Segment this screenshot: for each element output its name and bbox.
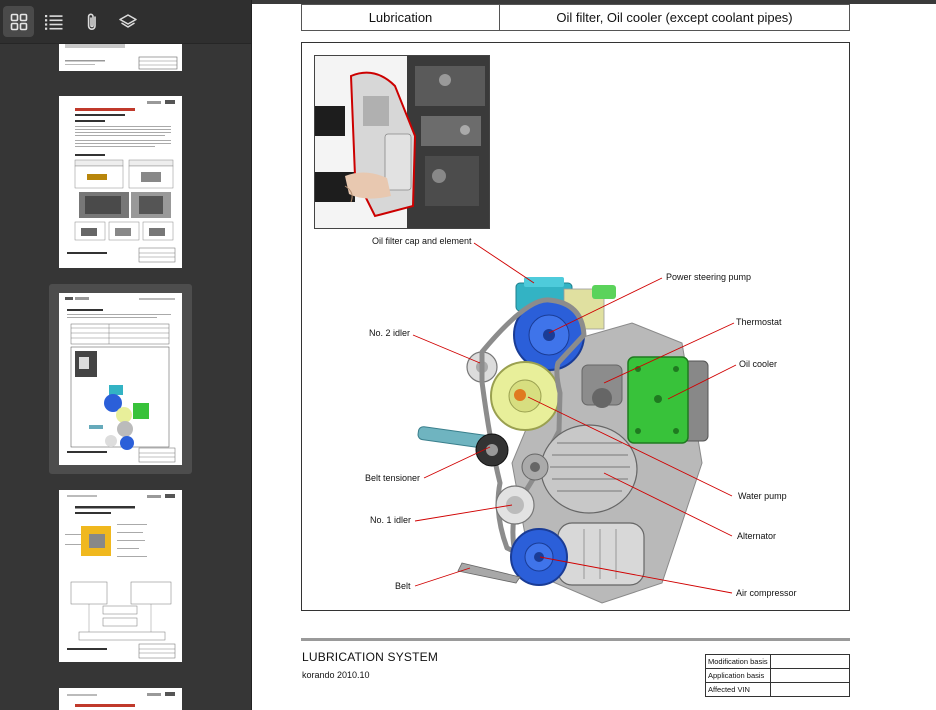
figure-frame: Oil filter cap and element Power steerin… <box>301 42 850 611</box>
air-compressor <box>510 522 645 586</box>
header-component-cell: Oil filter, Oil cooler (except coolant p… <box>556 10 793 25</box>
callout-oil-cooler: Oil cooler <box>739 359 778 369</box>
document-page: Lubrication Oil filter, Oil cooler (exce… <box>252 0 936 710</box>
callout-no-2-idler: No. 2 idler <box>369 328 411 338</box>
list-icon <box>44 14 62 30</box>
thermostat <box>581 364 623 408</box>
info-label: Affected VIN <box>705 682 771 697</box>
revision-info-table: Modification basis Application basis Aff… <box>705 654 850 697</box>
page-thumbnail-current[interactable] <box>59 293 182 465</box>
table-row: Affected VIN <box>705 682 850 697</box>
oil-cooler <box>627 356 709 444</box>
header-table: Lubrication Oil filter, Oil cooler (exce… <box>301 4 850 31</box>
grid-icon <box>10 13 27 30</box>
table-row: Modification basis <box>705 654 850 669</box>
info-value <box>770 682 850 697</box>
info-label: Modification basis <box>705 654 771 669</box>
water-pump-pulley <box>490 361 560 431</box>
layers-view-button[interactable] <box>112 6 143 37</box>
outline-view-button[interactable] <box>38 6 69 37</box>
page-thumbnail[interactable] <box>59 96 182 268</box>
footer-model-date: korando 2010.10 <box>302 670 370 680</box>
thumbnails-view-button[interactable] <box>3 6 34 37</box>
callout-alternator: Alternator <box>737 531 777 541</box>
callout-belt: Belt <box>395 581 411 591</box>
info-value <box>770 654 850 669</box>
callout-belt-tensioner: Belt tensioner <box>365 473 421 483</box>
attachments-view-button[interactable] <box>76 6 107 37</box>
info-value <box>770 668 850 683</box>
callout-power-steering-pump: Power steering pump <box>666 272 752 282</box>
page-thumbnail[interactable] <box>59 688 182 710</box>
page-thumbnail[interactable] <box>59 490 182 662</box>
paperclip-icon <box>87 13 96 30</box>
sidebar-toolbar <box>0 0 251 44</box>
footer-section-title: LUBRICATION SYSTEM <box>302 650 439 664</box>
callout-no-1-idler: No. 1 idler <box>370 515 412 525</box>
table-row: Application basis <box>705 668 850 683</box>
page-thumbnail[interactable] <box>59 44 182 71</box>
pdf-viewer: Lubrication Oil filter, Oil cooler (exce… <box>0 0 936 710</box>
belt <box>457 562 521 584</box>
header-system-cell: Lubrication <box>302 5 500 30</box>
callout-thermostat: Thermostat <box>736 317 782 327</box>
info-label: Application basis <box>705 668 771 683</box>
thumbnail-sidebar <box>0 0 251 710</box>
layers-icon <box>118 13 137 28</box>
no-1-idler <box>495 485 535 525</box>
callout-water-pump: Water pump <box>738 491 787 501</box>
footer-rule <box>301 638 850 641</box>
callout-air-compressor: Air compressor <box>736 588 797 598</box>
callout-oil-filter-cap: Oil filter cap and element <box>372 236 472 246</box>
thumbnail-list <box>0 44 251 710</box>
